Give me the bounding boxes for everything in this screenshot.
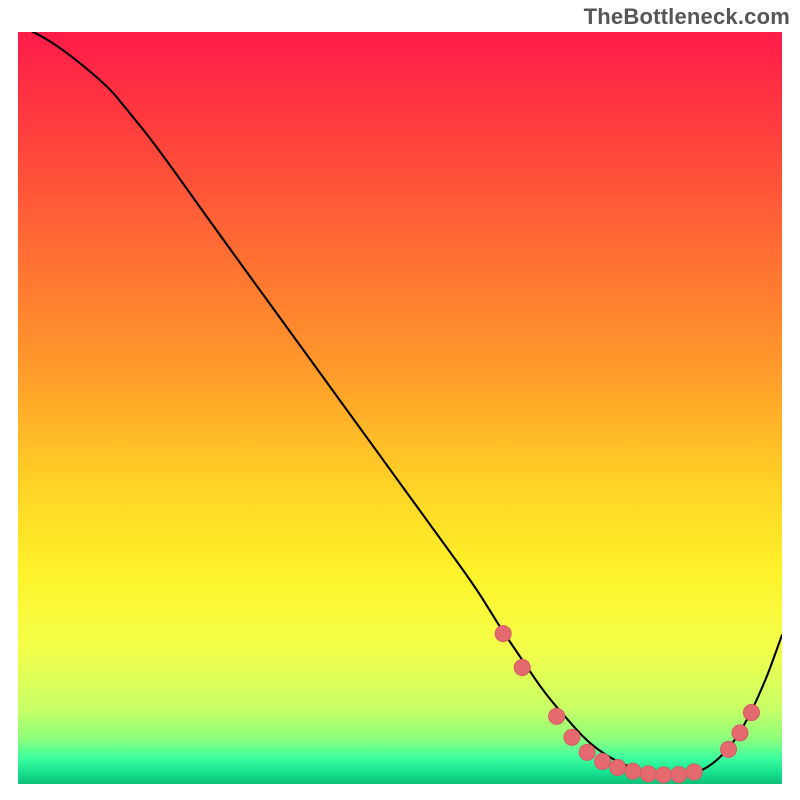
marker-dot: [743, 705, 759, 721]
plot-area: [18, 32, 782, 784]
plot-svg: [18, 32, 782, 784]
marker-dot: [495, 626, 511, 642]
marker-dot: [610, 759, 626, 775]
marker-dot: [579, 744, 595, 760]
chart-figure: TheBottleneck.com: [0, 0, 800, 800]
marker-dot: [721, 741, 737, 757]
marker-dot: [671, 767, 687, 783]
marker-dot: [564, 729, 580, 745]
marker-dot: [686, 764, 702, 780]
marker-dot: [732, 725, 748, 741]
marker-dot: [640, 766, 656, 782]
marker-dot: [549, 708, 565, 724]
gradient-background: [18, 32, 782, 784]
marker-dot: [514, 659, 530, 675]
attribution-label: TheBottleneck.com: [584, 4, 790, 30]
marker-dot: [656, 767, 672, 783]
marker-dot: [594, 753, 610, 769]
marker-dot: [625, 763, 641, 779]
